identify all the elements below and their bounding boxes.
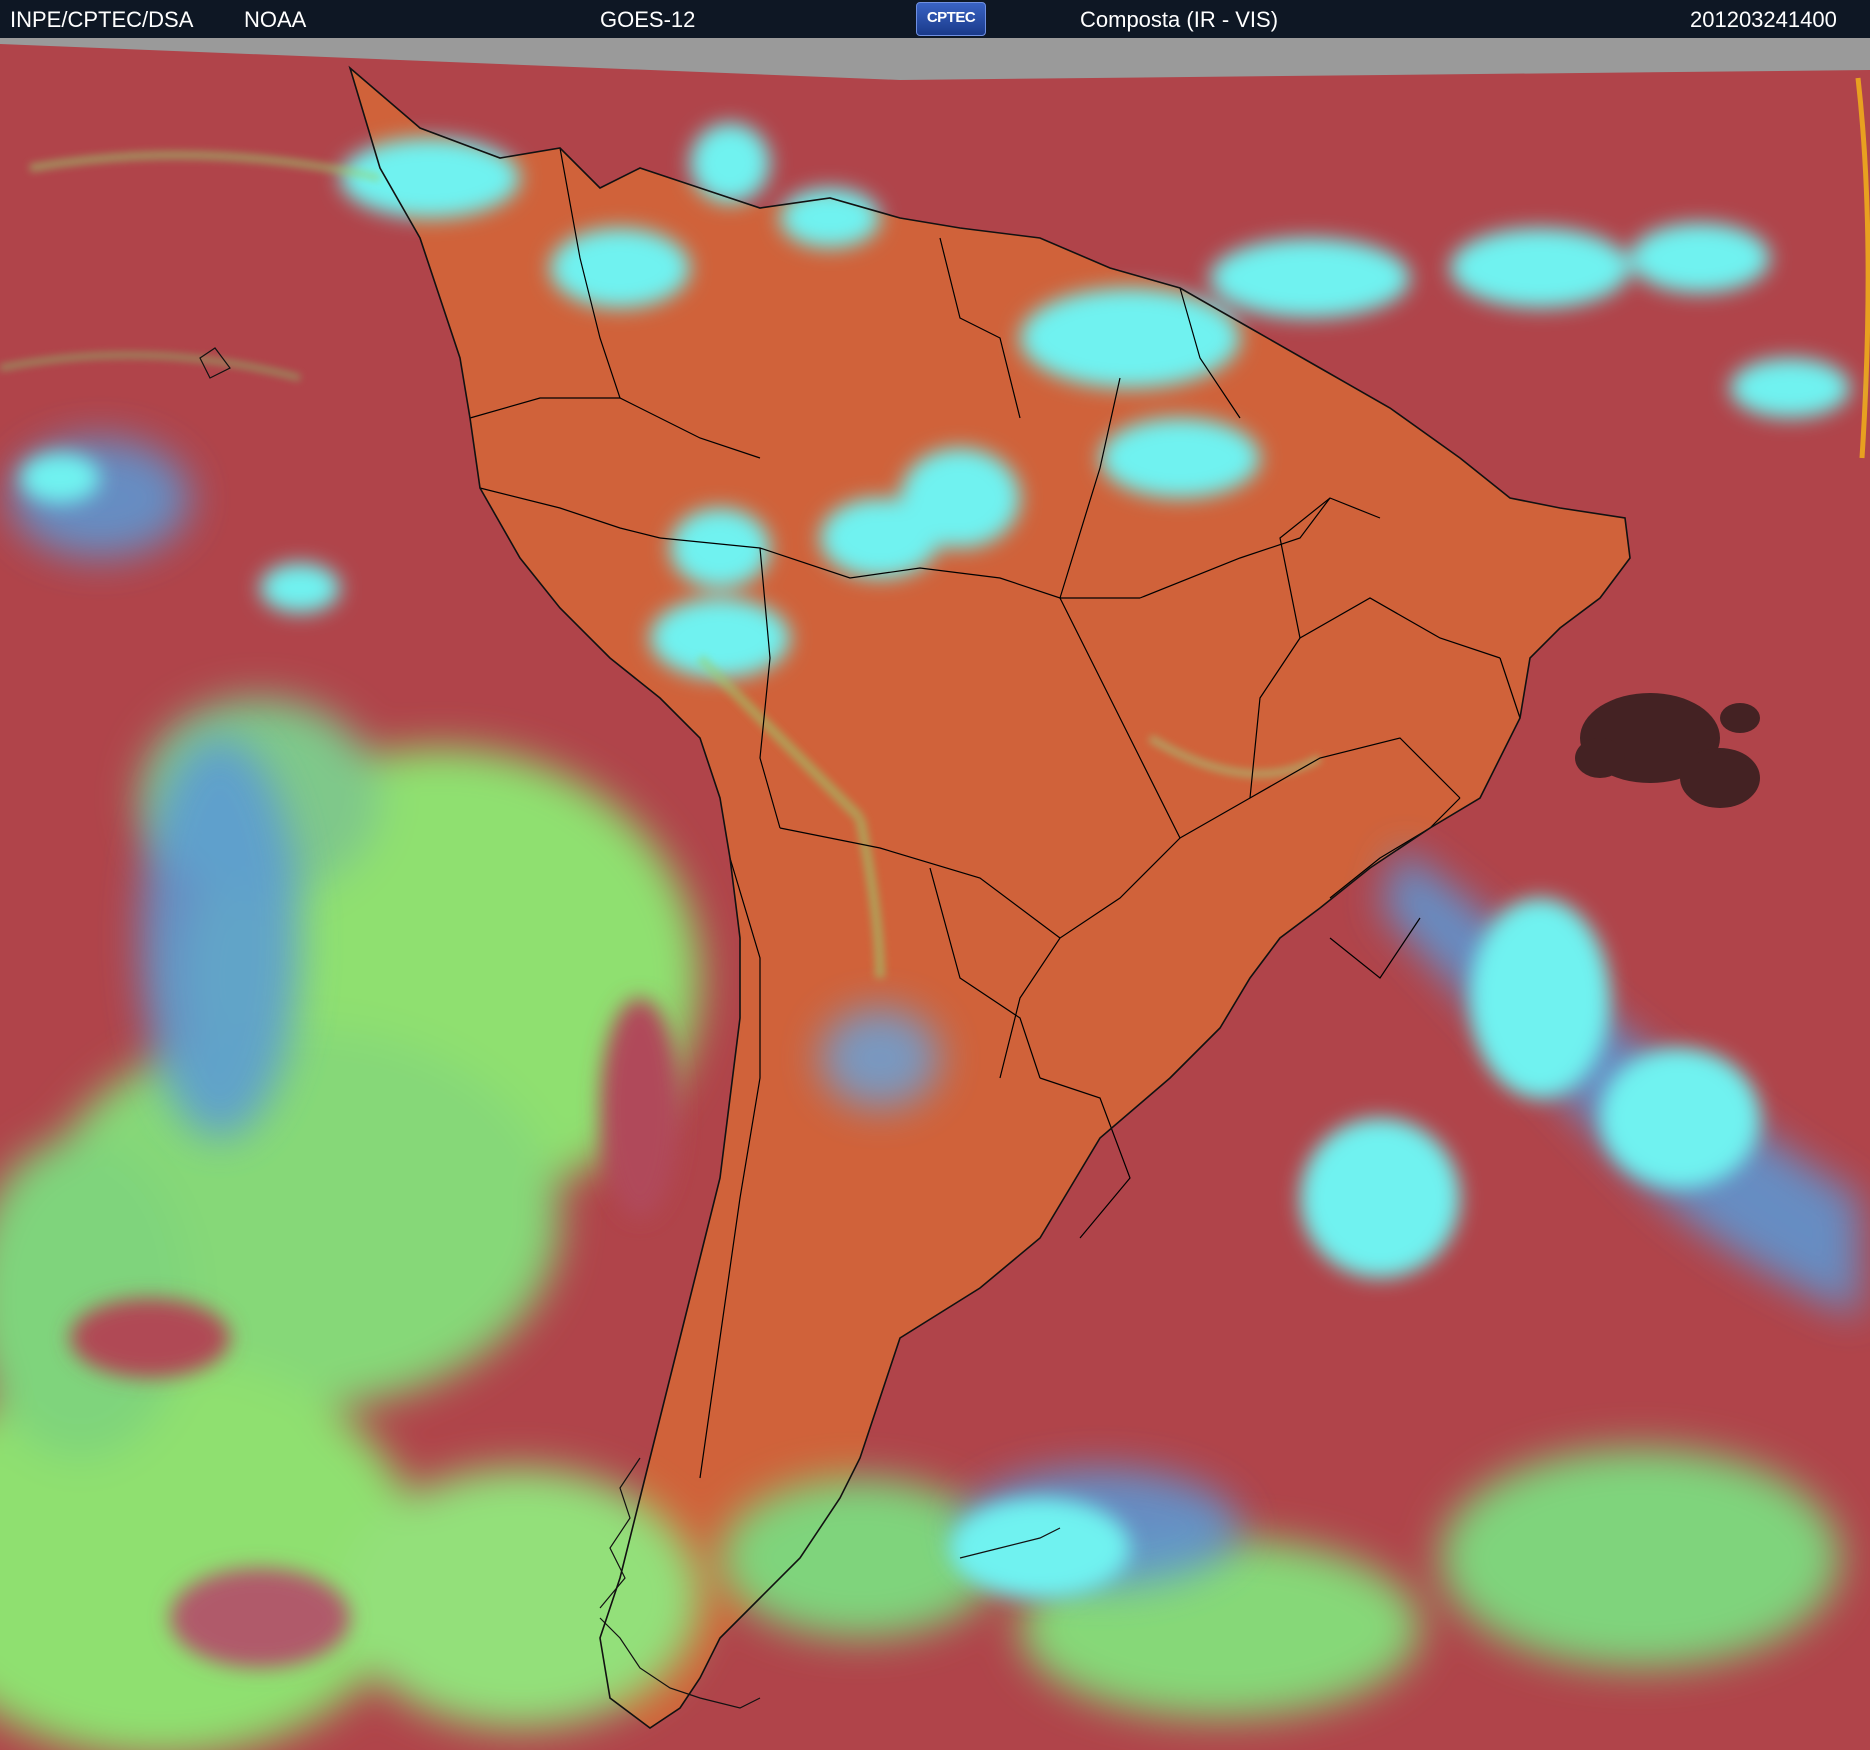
product-label: Composta (IR - VIS) [1080,7,1279,32]
image-header: INPE/CPTEC/DSA NOAA GOES-12 CPTEC Compos… [0,0,1870,38]
satellite-composite-image [0,38,1870,1750]
satellite-label: GOES-12 [600,7,696,32]
timestamp-label: 201203241400 [1690,7,1837,32]
satellite-map [0,38,1870,1750]
cptec-logo: CPTEC [916,2,986,36]
agency-label: NOAA [244,7,307,32]
institution-label: INPE/CPTEC/DSA [10,7,194,32]
